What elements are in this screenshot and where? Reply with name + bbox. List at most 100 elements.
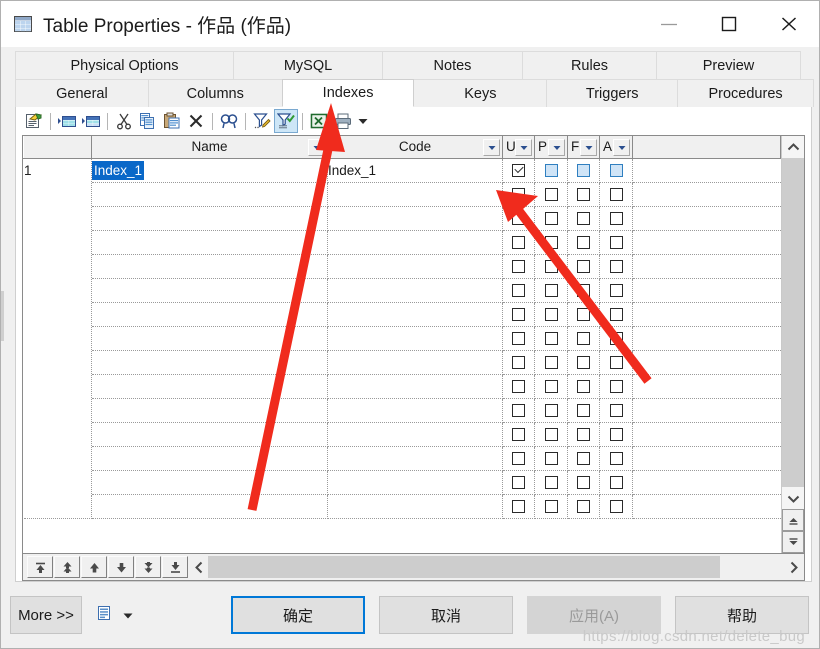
cell-alternate[interactable]: [599, 326, 633, 351]
tab-procedures[interactable]: Procedures: [677, 79, 814, 107]
cell-unique[interactable]: [502, 254, 535, 279]
cell-primary[interactable]: [534, 422, 568, 447]
row-number[interactable]: [23, 181, 92, 207]
cell-primary[interactable]: [534, 398, 568, 423]
cell-name[interactable]: [91, 470, 328, 495]
cell-foreign[interactable]: [567, 470, 600, 495]
cell-primary[interactable]: [534, 350, 568, 375]
tab-rules[interactable]: Rules: [522, 51, 657, 79]
row-number[interactable]: [23, 301, 92, 327]
table-row[interactable]: [23, 301, 781, 327]
table-row[interactable]: [23, 445, 781, 471]
checkbox[interactable]: [512, 332, 525, 346]
row-number[interactable]: [23, 421, 92, 447]
column-header-alternate[interactable]: A: [599, 136, 633, 159]
cell-name[interactable]: Index_1: [91, 158, 328, 183]
close-icon[interactable]: [759, 1, 819, 47]
table-row[interactable]: 1 Index_1 Index_1: [23, 157, 781, 183]
checkbox[interactable]: [609, 260, 623, 274]
checkbox[interactable]: [544, 308, 558, 322]
checkbox[interactable]: [544, 284, 558, 298]
column-filter-chevron-down-icon[interactable]: [483, 139, 500, 156]
scroll-page-down-icon[interactable]: [782, 531, 804, 553]
checkbox[interactable]: [512, 380, 525, 394]
cell-foreign[interactable]: [567, 278, 600, 303]
column-header-code[interactable]: Code: [327, 136, 503, 159]
checkbox[interactable]: [512, 308, 525, 322]
checkbox[interactable]: [609, 380, 623, 394]
insert-row-icon[interactable]: [55, 109, 79, 133]
cell-code[interactable]: [327, 350, 503, 375]
checkbox[interactable]: [544, 476, 558, 490]
cell-code[interactable]: [327, 494, 503, 519]
row-number[interactable]: [23, 325, 92, 351]
print-icon[interactable]: [331, 109, 355, 133]
checkbox[interactable]: [544, 212, 558, 226]
checkbox[interactable]: [544, 356, 558, 370]
cell-name[interactable]: [91, 326, 328, 351]
checkbox[interactable]: [609, 428, 623, 442]
table-row[interactable]: [23, 229, 781, 255]
cell-code[interactable]: [327, 302, 503, 327]
cell-foreign[interactable]: [567, 350, 600, 375]
table-row[interactable]: [23, 397, 781, 423]
column-header-primary[interactable]: P: [534, 136, 568, 159]
move-up-button[interactable]: [81, 556, 107, 578]
vertical-scrollbar-thumb[interactable]: [782, 158, 804, 487]
properties-icon[interactable]: [22, 109, 46, 133]
tab-keys[interactable]: Keys: [413, 79, 548, 107]
column-filter-chevron-down-icon[interactable]: [613, 139, 630, 156]
table-row[interactable]: [23, 325, 781, 351]
cell-foreign[interactable]: [567, 302, 600, 327]
cell-unique[interactable]: [502, 158, 535, 183]
table-row[interactable]: [23, 253, 781, 279]
row-number[interactable]: [23, 205, 92, 231]
checkbox[interactable]: [577, 500, 590, 514]
cell-name[interactable]: [91, 182, 328, 207]
scroll-down-chevron-down-icon[interactable]: [782, 487, 804, 509]
row-number[interactable]: [23, 253, 92, 279]
row-number[interactable]: [23, 469, 92, 495]
move-down-button[interactable]: [108, 556, 134, 578]
cell-name[interactable]: [91, 302, 328, 327]
cell-foreign[interactable]: [567, 230, 600, 255]
checkbox[interactable]: [577, 356, 590, 370]
cell-alternate[interactable]: [599, 230, 633, 255]
cell-code[interactable]: [327, 374, 503, 399]
cell-primary[interactable]: [534, 374, 568, 399]
tab-general[interactable]: General: [15, 79, 149, 107]
cell-alternate[interactable]: [599, 350, 633, 375]
scroll-up-chevron-up-icon[interactable]: [782, 136, 804, 158]
checkbox[interactable]: [544, 164, 558, 178]
table-row[interactable]: [23, 493, 781, 519]
cell-primary[interactable]: [534, 158, 568, 183]
checkbox[interactable]: [577, 212, 590, 226]
cell-foreign[interactable]: [567, 422, 600, 447]
tab-columns[interactable]: Columns: [147, 79, 283, 107]
vertical-scrollbar[interactable]: [781, 136, 804, 553]
cell-alternate[interactable]: [599, 446, 633, 471]
checkbox[interactable]: [609, 332, 623, 346]
column-header-name[interactable]: Name: [91, 136, 328, 159]
horizontal-scrollbar-thumb[interactable]: [208, 556, 720, 578]
column-filter-chevron-down-icon[interactable]: [580, 139, 597, 156]
checkbox[interactable]: [609, 476, 623, 490]
scroll-right-chevron-right-icon[interactable]: [784, 556, 802, 578]
cell-unique[interactable]: [502, 302, 535, 327]
tab-physical-options[interactable]: Physical Options: [15, 51, 234, 79]
cell-alternate[interactable]: [599, 254, 633, 279]
cell-primary[interactable]: [534, 182, 568, 207]
cell-primary[interactable]: [534, 446, 568, 471]
column-header-rownum[interactable]: [23, 136, 92, 159]
cell-unique[interactable]: [502, 278, 535, 303]
cell-code[interactable]: [327, 422, 503, 447]
help-button[interactable]: 帮助: [675, 596, 809, 634]
copy-options-chevron-down-icon[interactable]: [122, 611, 134, 620]
row-number[interactable]: [23, 277, 92, 303]
checkbox[interactable]: [609, 188, 623, 202]
tab-triggers[interactable]: Triggers: [546, 79, 679, 107]
cell-unique[interactable]: [502, 230, 535, 255]
checkbox[interactable]: [512, 476, 525, 490]
checkbox[interactable]: [609, 500, 623, 514]
scroll-page-up-icon[interactable]: [782, 509, 804, 531]
